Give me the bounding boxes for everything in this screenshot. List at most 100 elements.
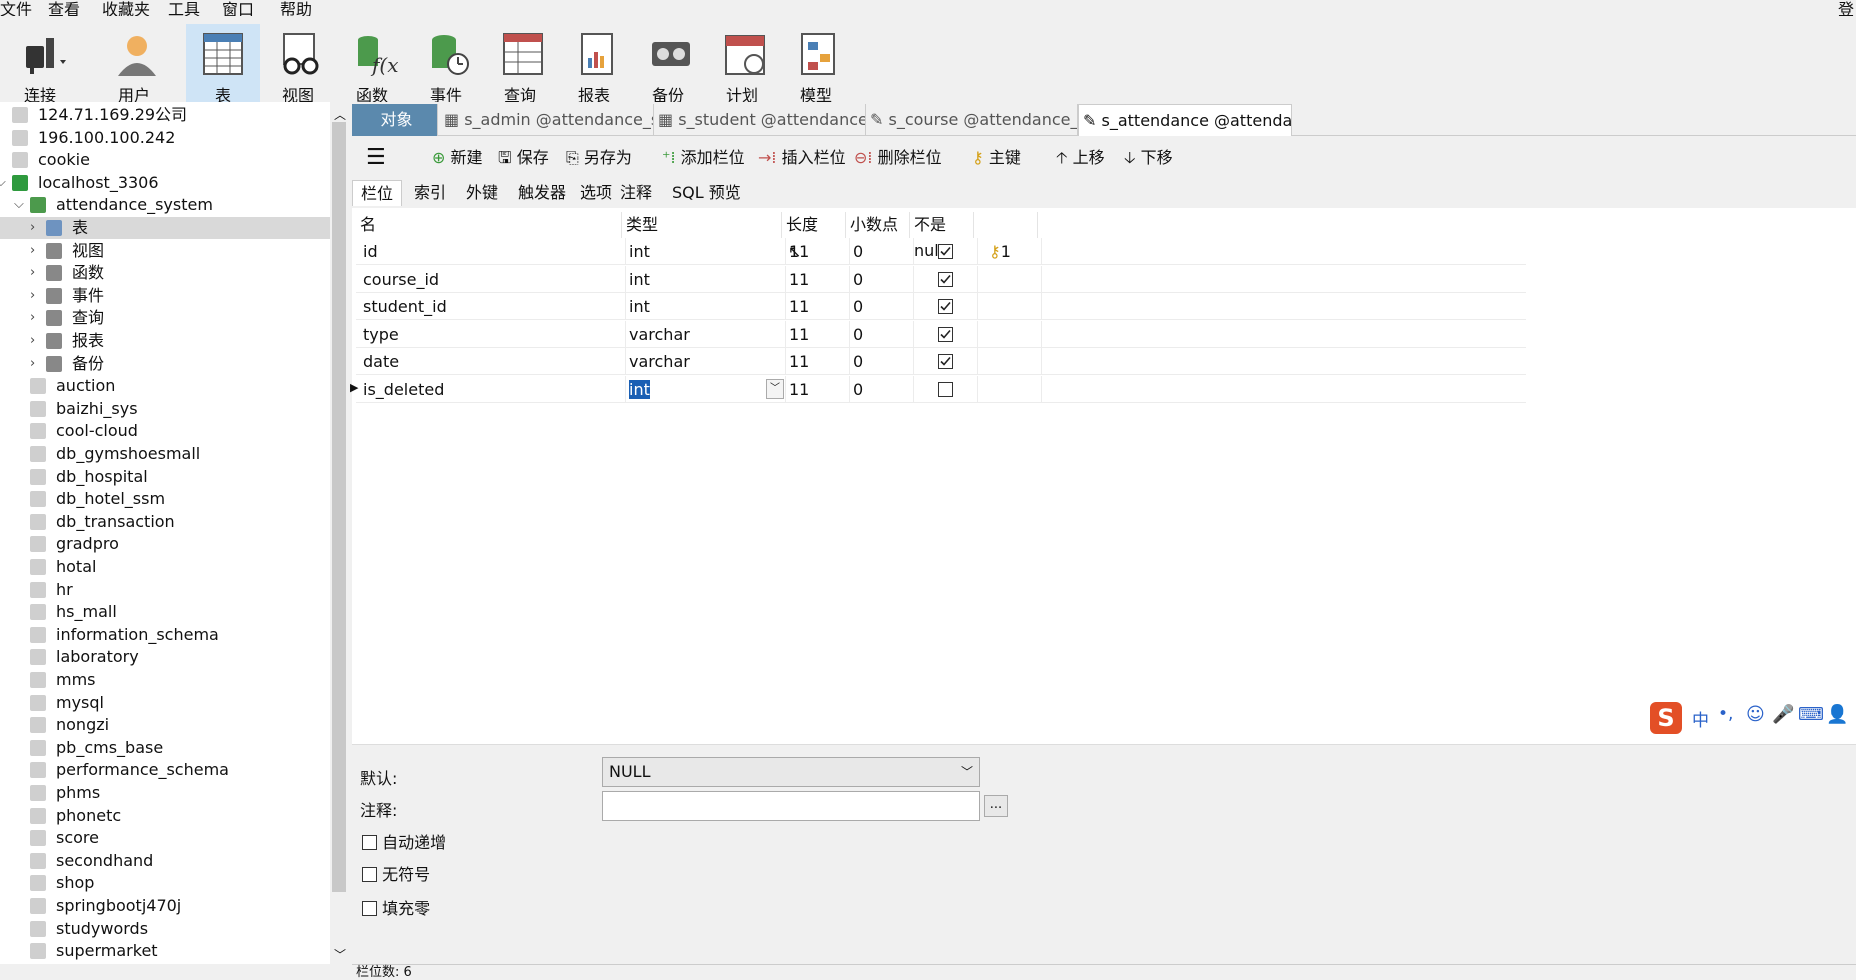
field-row[interactable]: student_id int 11 0 bbox=[356, 293, 1526, 320]
tree-child-report[interactable]: › 报表 bbox=[0, 330, 330, 352]
tree-child-view[interactable]: › 视图 bbox=[0, 240, 330, 262]
microphone-icon[interactable]: 🎤 bbox=[1772, 704, 1794, 725]
ime-chinese-mode[interactable]: 中 bbox=[1692, 706, 1709, 731]
tab-s-admin[interactable]: ▦ s_admin @attendance_syste... bbox=[440, 104, 654, 136]
tab-objects[interactable]: 对象 bbox=[352, 104, 438, 136]
field-length-cell[interactable]: 11 bbox=[786, 265, 850, 293]
database-item[interactable]: gradpro bbox=[0, 533, 330, 555]
toolbar-user-button[interactable]: 用户 bbox=[94, 24, 174, 105]
not-null-checkbox[interactable] bbox=[938, 326, 953, 342]
tree-child-backup[interactable]: › 备份 bbox=[0, 353, 330, 375]
database-item[interactable]: phms bbox=[0, 782, 330, 804]
subtab-triggers[interactable]: 触发器 bbox=[510, 180, 574, 206]
scroll-down-icon[interactable]: ﹀ bbox=[334, 946, 346, 963]
field-decimal-cell[interactable]: 0 bbox=[850, 293, 914, 320]
subtab-sql-preview[interactable]: SQL 预览 bbox=[664, 180, 749, 206]
toolbar-event-button[interactable]: 事件 bbox=[406, 24, 486, 105]
database-item[interactable]: secondhand bbox=[0, 850, 330, 872]
zerofill-checkbox[interactable]: 填充零 bbox=[362, 895, 430, 919]
field-length-cell[interactable]: 11 bbox=[786, 348, 850, 375]
database-item-attendance-system[interactable]: ⌵ attendance_system bbox=[0, 194, 330, 216]
collapse-arrow-icon[interactable]: › bbox=[30, 240, 35, 262]
toolbar-function-button[interactable]: f(x) 函数 bbox=[332, 24, 412, 105]
field-name-cell[interactable]: date bbox=[360, 348, 626, 375]
database-item[interactable]: phonetc bbox=[0, 805, 330, 827]
toolbar-view-button[interactable]: 视图 bbox=[258, 24, 338, 105]
delete-field-button[interactable]: ⊖⁞ 删除栏位 bbox=[854, 146, 942, 170]
field-name-cell[interactable]: student_id bbox=[360, 293, 626, 320]
database-item[interactable]: baizhi_sys bbox=[0, 398, 330, 420]
collapse-arrow-icon[interactable]: › bbox=[30, 330, 35, 352]
toolbar-backup-button[interactable]: 备份 bbox=[628, 24, 708, 105]
checkbox-box[interactable] bbox=[362, 867, 377, 882]
database-item[interactable]: mysql bbox=[0, 692, 330, 714]
new-button[interactable]: ⊕ 新建 bbox=[432, 146, 483, 170]
field-decimal-cell[interactable]: 0 bbox=[850, 320, 914, 348]
comment-ellipsis-button[interactable]: ... bbox=[984, 795, 1008, 817]
database-item[interactable]: performance_schema bbox=[0, 759, 330, 781]
field-name-cell[interactable]: course_id bbox=[360, 265, 626, 293]
toolbar-model-button[interactable]: 模型 bbox=[776, 24, 856, 105]
field-row[interactable]: id int 11 0 ⚷1 bbox=[356, 238, 1526, 265]
toolbar-table-button[interactable]: 表 bbox=[186, 24, 260, 105]
save-button[interactable]: 🖫 保存 bbox=[498, 146, 549, 170]
tab-s-course[interactable]: ✎ s_course @attendance_syst... bbox=[866, 104, 1078, 136]
database-item[interactable]: studywords bbox=[0, 918, 330, 940]
database-item[interactable]: db_hospital bbox=[0, 466, 330, 488]
default-value-select[interactable]: NULL ﹀ bbox=[602, 757, 980, 787]
database-item[interactable]: db_gymshoesmall bbox=[0, 443, 330, 465]
subtab-foreign-keys[interactable]: 外键 bbox=[458, 180, 506, 206]
subtab-indexes[interactable]: 索引 bbox=[406, 180, 454, 206]
database-item[interactable]: db_transaction bbox=[0, 511, 330, 533]
field-name-cell[interactable]: is_deleted bbox=[360, 375, 626, 403]
hamburger-menu-icon[interactable]: ☰ bbox=[366, 146, 386, 170]
field-type-cell[interactable]: int bbox=[626, 238, 786, 265]
tree-child-function[interactable]: › 函数 bbox=[0, 262, 330, 284]
not-null-checkbox[interactable] bbox=[938, 299, 953, 314]
comment-input[interactable] bbox=[602, 791, 980, 821]
emoji-icon[interactable]: ☺ bbox=[1746, 704, 1765, 725]
ime-punctuation[interactable]: •, bbox=[1718, 704, 1733, 724]
expand-arrow-icon[interactable]: ⌵ bbox=[0, 172, 6, 194]
tab-s-attendance[interactable]: ✎ s_attendance @attendance_... bbox=[1078, 104, 1292, 136]
field-type-cell[interactable]: int bbox=[626, 375, 786, 403]
subtab-comment[interactable]: 注释 bbox=[612, 180, 660, 206]
database-item[interactable]: hs_mall bbox=[0, 601, 330, 623]
collapse-arrow-icon[interactable]: › bbox=[30, 307, 35, 329]
keyboard-icon[interactable]: ⌨ bbox=[1798, 704, 1824, 725]
field-type-cell[interactable]: varchar bbox=[626, 348, 786, 375]
not-null-checkbox[interactable] bbox=[938, 271, 953, 287]
primary-key-button[interactable]: ⚷ 主键 bbox=[972, 146, 1021, 170]
toolbar-connect-button[interactable]: 连接 bbox=[0, 24, 80, 105]
database-item[interactable]: db_hotel_ssm bbox=[0, 488, 330, 510]
checkbox-box[interactable] bbox=[362, 901, 377, 916]
not-null-checkbox[interactable] bbox=[938, 381, 953, 397]
toolbar-schedule-button[interactable]: 计划 bbox=[702, 24, 782, 105]
field-row[interactable]: course_id int 11 0 bbox=[356, 265, 1526, 293]
ime-toolbar[interactable]: S 中 •, ☺ 🎤 ⌨ 👤 bbox=[1650, 700, 1856, 736]
field-decimal-cell[interactable]: 0 bbox=[850, 348, 914, 375]
field-type-cell[interactable]: int bbox=[626, 265, 786, 293]
tab-s-student[interactable]: ▦ s_student @attendance_syst... bbox=[654, 104, 866, 136]
save-as-button[interactable]: ⎘ 另存为 bbox=[566, 146, 632, 170]
field-type-cell[interactable]: varchar bbox=[626, 320, 786, 348]
database-item[interactable]: pb_cms_base bbox=[0, 737, 330, 759]
collapse-arrow-icon[interactable]: › bbox=[30, 217, 35, 239]
tree-child-event[interactable]: › 事件 bbox=[0, 285, 330, 307]
toolbar-query-button[interactable]: 查询 bbox=[480, 24, 560, 105]
field-type-cell[interactable]: int bbox=[626, 293, 786, 320]
database-item[interactable]: score bbox=[0, 827, 330, 849]
field-row[interactable]: date varchar 11 0 bbox=[356, 348, 1526, 375]
scroll-up-icon[interactable]: ︿ bbox=[334, 106, 346, 123]
sidebar-scrollbar[interactable] bbox=[330, 102, 348, 964]
database-item[interactable]: shop bbox=[0, 872, 330, 894]
database-item[interactable]: hr bbox=[0, 579, 330, 601]
toolbar-report-button[interactable]: 报表 bbox=[554, 24, 634, 105]
type-dropdown-chevron-icon[interactable]: ﹀ bbox=[766, 378, 784, 399]
database-item[interactable]: information_schema bbox=[0, 624, 330, 646]
collapse-arrow-icon[interactable]: › bbox=[30, 353, 35, 375]
tree-child-table[interactable]: › 表 bbox=[0, 217, 330, 239]
scrollbar-thumb[interactable] bbox=[332, 122, 346, 892]
expand-arrow-icon[interactable]: ⌵ bbox=[14, 194, 24, 216]
insert-field-button[interactable]: →⁞ 插入栏位 bbox=[758, 146, 846, 170]
